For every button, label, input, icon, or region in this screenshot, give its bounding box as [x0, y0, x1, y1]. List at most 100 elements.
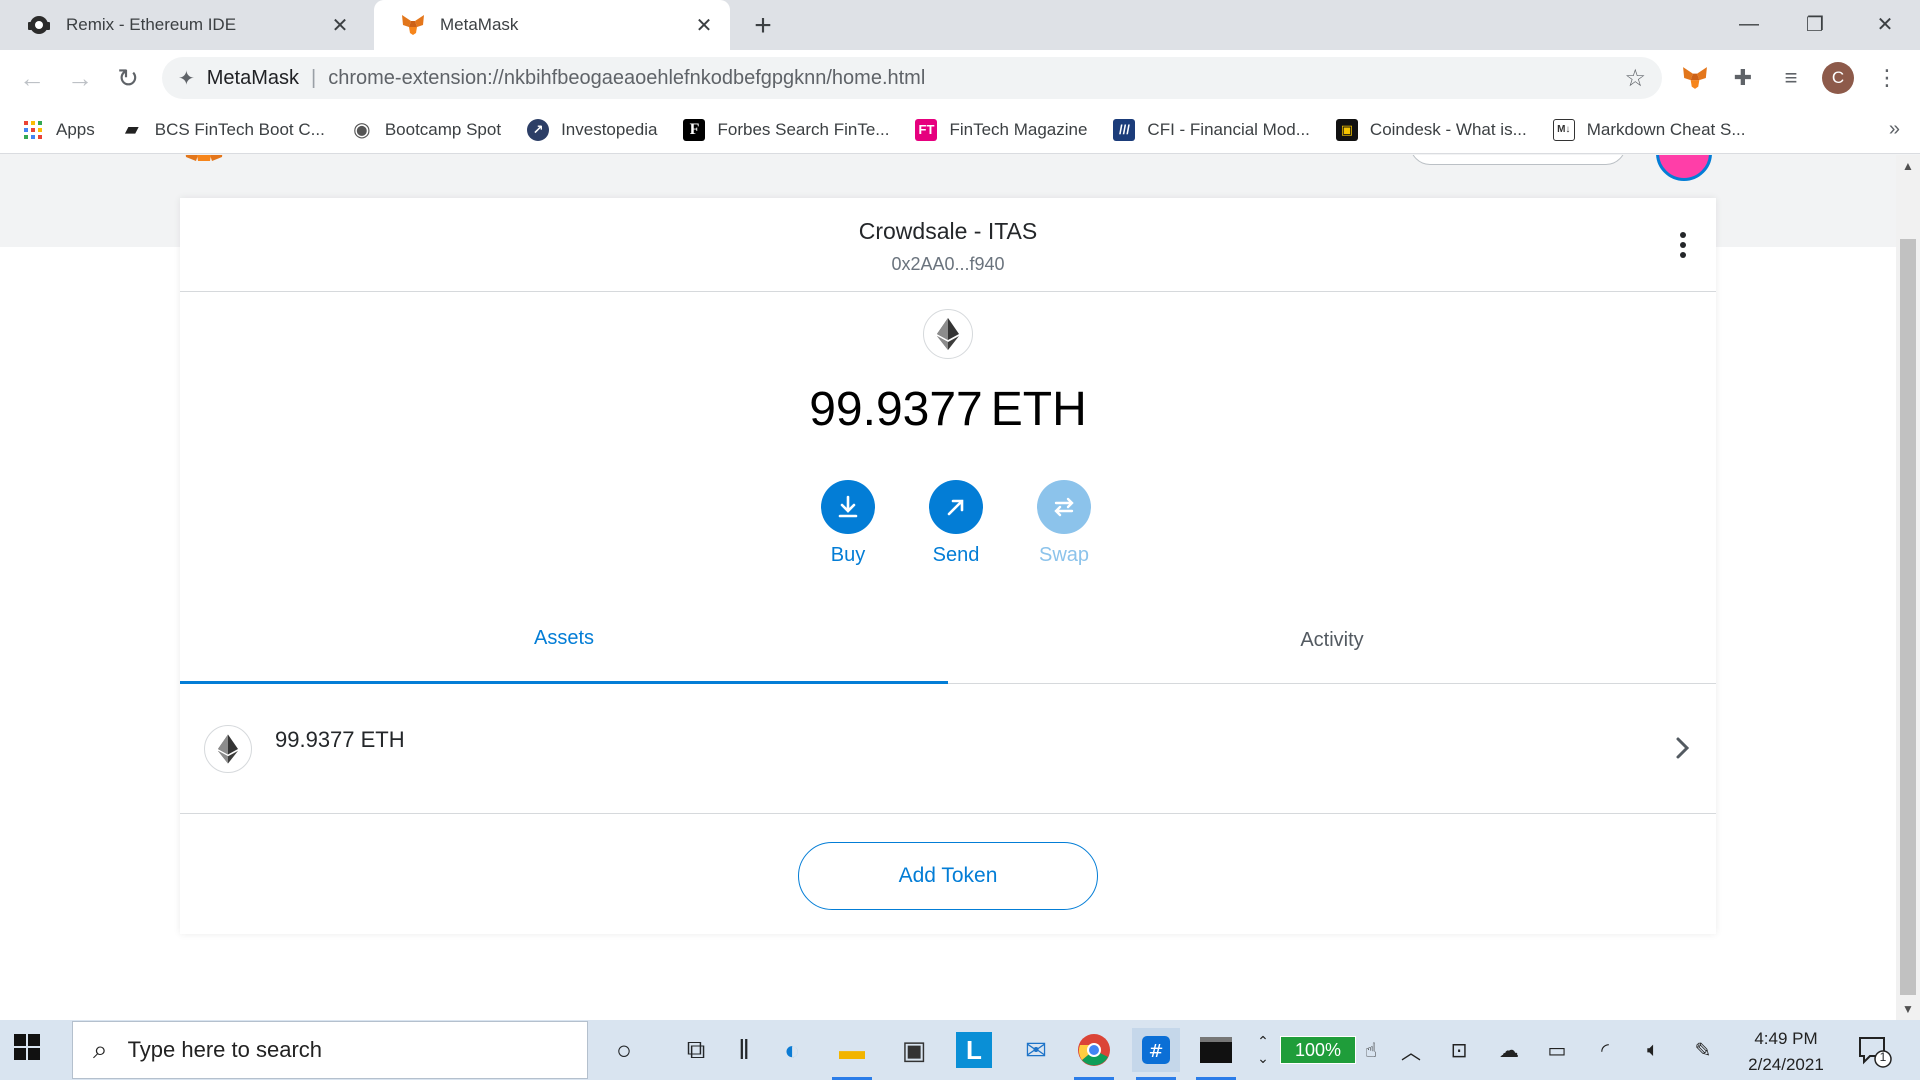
chrome-icon[interactable]	[1070, 1028, 1118, 1080]
buy-button[interactable]: Buy	[808, 480, 888, 567]
page-scrollbar[interactable]: ▲ ▼	[1896, 155, 1920, 1020]
close-tab-icon[interactable]: ✕	[692, 13, 716, 37]
pen-icon[interactable]: ✎	[1688, 1036, 1718, 1064]
l-app-icon[interactable]: L	[956, 1032, 992, 1068]
cortana-icon[interactable]: ○	[600, 1028, 648, 1072]
scroll-arrows-icon[interactable]: ⌃ ⌄	[1248, 1030, 1278, 1070]
terminal-icon[interactable]	[1192, 1028, 1240, 1080]
bookmark-bcs[interactable]: ▰ BCS FinTech Boot C...	[121, 119, 325, 141]
bookmark-label: CFI - Financial Mod...	[1147, 119, 1310, 139]
account-options-icon[interactable]	[1677, 232, 1689, 258]
volume-icon[interactable]: 🔈︎	[1638, 1036, 1668, 1064]
bookmarks-bar: Apps ▰ BCS FinTech Boot C... ◉ Bootcamp …	[0, 106, 1920, 154]
windows-start-icon[interactable]	[14, 1034, 56, 1066]
bookmark-apps[interactable]: Apps	[22, 119, 95, 141]
investopedia-icon: ↗	[527, 118, 550, 141]
metamask-logo[interactable]	[180, 155, 228, 163]
notification-center-icon[interactable]: 1	[1856, 1034, 1892, 1068]
reload-icon[interactable]: ↻	[110, 60, 146, 96]
media-queue-icon[interactable]: ≡	[1776, 63, 1806, 93]
wallet-tabs: Assets Activity	[180, 596, 1716, 684]
scroll-down-icon[interactable]: ▼	[1896, 998, 1920, 1020]
taskbar-search[interactable]: ⌕ Type here to search	[72, 1021, 588, 1079]
account-name[interactable]: Crowdsale - ITAS	[180, 218, 1716, 245]
tab-assets[interactable]: Assets	[180, 596, 948, 684]
bookmark-fintech-magazine[interactable]: FT FinTech Magazine	[915, 118, 1088, 141]
network-selector[interactable]	[1410, 155, 1626, 165]
scroll-up-icon[interactable]: ▲	[1896, 155, 1920, 177]
bookmark-coindesk[interactable]: ▣ Coindesk - What is...	[1335, 118, 1527, 141]
file-explorer-icon[interactable]: ▬	[828, 1028, 876, 1080]
tab-title: MetaMask	[440, 15, 519, 34]
add-token-button[interactable]: Add Token	[798, 842, 1098, 910]
balance-display: 99.9377 ETH	[180, 382, 1716, 437]
bookmark-label: Forbes Search FinTe...	[717, 119, 890, 139]
bookmark-label: Markdown Cheat S...	[1586, 119, 1746, 139]
swap-label: Swap	[1038, 544, 1090, 566]
bookmark-markdown[interactable]: M↓ Markdown Cheat S...	[1552, 118, 1746, 141]
battery-icon[interactable]: ▭	[1542, 1036, 1572, 1064]
balance-currency: ETH	[990, 383, 1087, 436]
windows-taskbar: ⌕ Type here to search ○ ⧉ ‖ ◐ ▬ ▣ L ✉ # …	[0, 1020, 1920, 1080]
tab-metamask[interactable]: MetaMask ✕	[374, 0, 730, 50]
back-icon[interactable]: ←	[14, 60, 50, 96]
tab-remix[interactable]: Remix - Ethereum IDE ✕	[0, 0, 366, 50]
search-icon: ⌕	[93, 1034, 108, 1064]
chevron-up-icon[interactable]: ︿	[1396, 1036, 1426, 1064]
clock-date: 2/24/2021	[1748, 1055, 1824, 1074]
tab-strip: Remix - Ethereum IDE ✕ MetaMask ✕ + — ❐ …	[0, 0, 1920, 50]
bookmark-label: FinTech Magazine	[949, 119, 1088, 139]
bookmark-bootcamp-spot[interactable]: ◉ Bootcamp Spot	[351, 119, 501, 141]
bookmark-investopedia[interactable]: ↗ Investopedia	[527, 118, 657, 141]
meet-now-icon[interactable]: ⊡	[1444, 1036, 1474, 1064]
forward-icon[interactable]: →	[62, 60, 98, 96]
account-header: Crowdsale - ITAS 0x2AA0...f940	[180, 198, 1716, 292]
bookmark-cfi[interactable]: /// CFI - Financial Mod...	[1113, 118, 1310, 141]
bookmarks-overflow-icon[interactable]: »	[1889, 118, 1900, 141]
swap-button[interactable]: Swap	[1024, 480, 1104, 567]
browser-menu-icon[interactable]: ⋮	[1872, 63, 1902, 93]
bookmark-label: BCS FinTech Boot C...	[154, 119, 325, 139]
metamask-extension-icon[interactable]	[1680, 63, 1710, 93]
tab-activity[interactable]: Activity	[948, 596, 1716, 684]
tab-title: Remix - Ethereum IDE	[66, 15, 237, 34]
minimize-icon[interactable]: —	[1724, 6, 1774, 42]
store-icon[interactable]: ▣	[890, 1028, 938, 1072]
bookmark-forbes[interactable]: F Forbes Search FinTe...	[683, 118, 890, 141]
send-button[interactable]: Send	[916, 480, 996, 567]
svg-text:#: #	[1148, 1041, 1163, 1062]
url-text: chrome-extension://nkbihfbeogaeaoehlefnk…	[328, 66, 926, 89]
profile-avatar[interactable]: C	[1822, 62, 1854, 94]
apps-grid-icon	[22, 119, 44, 141]
new-tab-button[interactable]: +	[745, 8, 781, 44]
edge-icon[interactable]: ◐	[768, 1028, 816, 1072]
mail-icon[interactable]: ✉	[1012, 1028, 1060, 1072]
restore-icon[interactable]: ❐	[1790, 6, 1840, 42]
close-window-icon[interactable]: ✕	[1860, 6, 1910, 42]
close-tab-icon[interactable]: ✕	[328, 13, 352, 37]
extension-name: MetaMask	[206, 66, 300, 89]
account-address[interactable]: 0x2AA0...f940	[180, 254, 1716, 275]
taskbar-clock[interactable]: 4:49 PM 2/24/2021	[1726, 1026, 1846, 1078]
taskbar-divider-icon: ‖	[738, 1034, 750, 1065]
download-icon	[821, 480, 875, 534]
search-placeholder: Type here to search	[127, 1037, 323, 1062]
bookmark-star-icon[interactable]: ☆	[1624, 64, 1646, 93]
battery-percent-badge[interactable]: 100%	[1280, 1036, 1356, 1064]
bookmark-label: Apps	[56, 119, 95, 139]
touch-icon[interactable]: ☝	[1356, 1036, 1386, 1064]
scroll-thumb[interactable]	[1900, 239, 1916, 995]
wallet-card: Crowdsale - ITAS 0x2AA0...f940 99.9377 ET…	[180, 198, 1716, 934]
book-icon: ▰	[124, 119, 139, 139]
extensions-puzzle-icon[interactable]: ✚	[1728, 63, 1758, 93]
task-view-icon[interactable]: ⧉	[672, 1028, 720, 1072]
address-bar[interactable]: ✦ MetaMask | chrome-extension://nkbihfbe…	[162, 57, 1662, 99]
slack-icon[interactable]: #	[1132, 1028, 1180, 1080]
asset-list-item[interactable]: 99.9377 ETH	[180, 685, 1716, 814]
extension-puzzle-icon: ✦	[178, 67, 195, 90]
onedrive-cloud-icon[interactable]: ☁	[1494, 1036, 1524, 1064]
wifi-icon[interactable]: ◜	[1590, 1036, 1620, 1064]
send-label: Send	[932, 544, 980, 566]
arrow-up-right-icon	[929, 480, 983, 534]
browser-toolbar: ← → ↻ ✦ MetaMask | chrome-extension://nk…	[0, 50, 1920, 106]
